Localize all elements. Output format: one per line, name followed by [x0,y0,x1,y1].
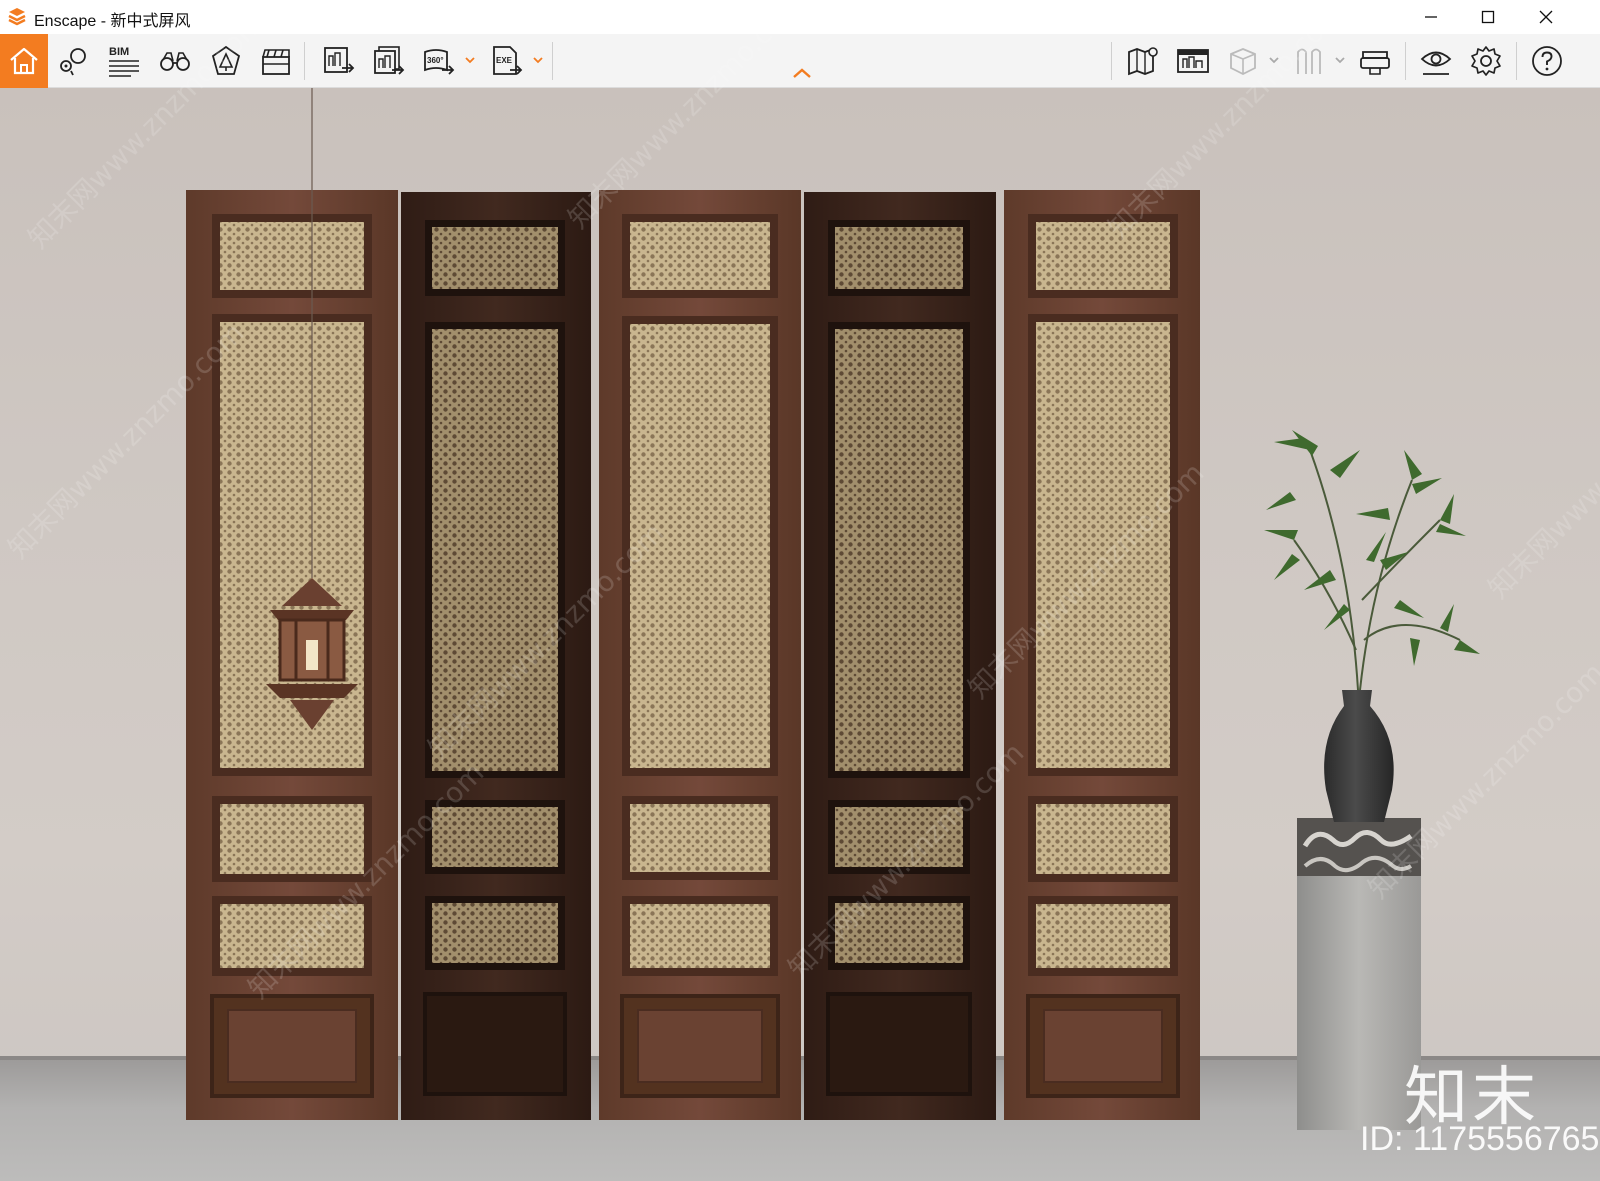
map-button[interactable] [1120,38,1166,84]
live-sync-button[interactable] [1170,38,1216,84]
chevron-down-icon[interactable] [1268,54,1280,66]
vr-headset-icon [1360,51,1390,75]
batch-render-icon [374,46,405,75]
maximize-icon [1481,10,1495,24]
views-icon [60,48,86,76]
cube-icon [1230,48,1256,76]
svg-text:EXE: EXE [496,56,513,65]
live-sync-icon [1177,49,1209,73]
binoculars-icon [160,52,190,71]
window-title: Enscape - 新中式屏风 [34,13,191,30]
watermark-id-text: ID: 1175556765 [1360,1120,1600,1158]
minimize-button[interactable] [1403,0,1459,34]
title-bar: Enscape - 新中式屏风 [0,0,1600,34]
vr-headset-button[interactable] [1352,38,1398,84]
screenshot-button[interactable] [316,38,362,84]
views-button[interactable] [50,38,96,84]
binoculars-button[interactable] [152,38,198,84]
toolbar-separator [1405,42,1406,80]
screenshot-icon [324,47,355,73]
chevron-down-icon[interactable] [532,54,544,66]
enscape-logo-icon [8,8,26,26]
bim-icon: BIM [109,46,139,77]
export-exe-button[interactable]: EXE [484,38,530,84]
home-icon [10,47,38,75]
svg-text:360°: 360° [427,56,444,65]
export-exe-icon: EXE [493,46,523,75]
close-icon [1539,10,1553,24]
batch-render-button[interactable] [366,38,412,84]
bim-button[interactable]: BIM [101,38,147,84]
toolbar-separator [1516,42,1517,80]
collapse-toolbar-chevron-up-icon[interactable] [791,66,813,80]
panorama-360-button[interactable]: 360° [416,38,462,84]
map-icon [1128,47,1158,76]
render-viewport[interactable] [0,88,1600,1181]
settings-button[interactable] [1463,38,1509,84]
video-editor-button[interactable] [253,38,299,84]
help-button[interactable] [1524,38,1570,84]
help-icon [1532,46,1562,76]
asset-library-button[interactable] [203,38,249,84]
toolbar-separator [304,42,305,80]
visual-settings-icon [1420,51,1452,75]
xray-button[interactable] [1286,38,1332,84]
xray-icon [1297,48,1321,74]
minimize-icon [1425,16,1437,18]
panorama-360-icon: 360° [424,49,455,75]
svg-text:BIM: BIM [109,46,129,58]
maximize-button[interactable] [1460,0,1516,34]
video-editor-icon [262,49,290,75]
chevron-down-icon[interactable] [1334,54,1346,66]
toolbar-separator [1111,42,1112,80]
chevron-down-icon[interactable] [464,54,476,66]
close-button[interactable] [1518,0,1574,34]
settings-gear-icon [1471,46,1501,76]
home-button[interactable] [0,34,48,88]
visual-settings-button[interactable] [1413,38,1459,84]
cube-button[interactable] [1220,38,1266,84]
asset-library-icon [211,45,241,75]
toolbar-separator [552,42,553,80]
